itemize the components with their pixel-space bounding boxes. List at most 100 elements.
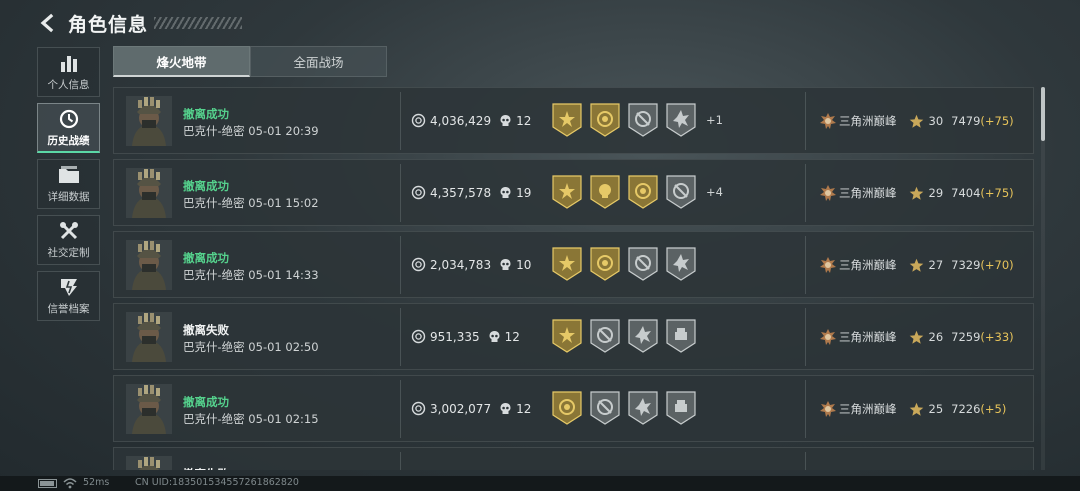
loot-kills: 951,335 12	[411, 329, 520, 344]
divider	[805, 92, 806, 150]
player-level: 25	[928, 402, 944, 416]
loot-kills: 3,002,077 12	[411, 401, 531, 416]
rank-title: 三角洲巅峰	[839, 114, 897, 128]
gold-star-badge-icon[interactable]	[552, 103, 582, 137]
match-row[interactable]: 撤离失败 巴克什-绝密 05-01 02:50 951,335 12 三角洲巅峰	[113, 303, 1034, 370]
nav-label: 信誉档案	[47, 303, 90, 315]
kill-count: 12	[516, 401, 532, 416]
nav-label: 社交定制	[47, 247, 90, 259]
nav-label: 详细数据	[47, 191, 90, 203]
tab-hazard-zone[interactable]: 烽火地带	[113, 46, 250, 77]
divider	[805, 452, 806, 470]
skull-icon	[500, 259, 511, 270]
silver-hand-badge-icon[interactable]	[666, 391, 696, 425]
gold-coin-badge-icon[interactable]	[628, 175, 658, 209]
loot-kills: 4,357,578 19	[411, 185, 531, 200]
gold-coin-badge-icon[interactable]	[590, 247, 620, 281]
silver-burst-badge-icon[interactable]	[666, 103, 696, 137]
match-result: 撤离成功	[183, 179, 229, 193]
back-arrow-icon	[40, 13, 54, 33]
loot-value: 3,002,077	[430, 401, 492, 416]
operator-avatar	[126, 384, 172, 434]
divider	[400, 452, 401, 470]
divider	[805, 164, 806, 222]
match-result: 撤离成功	[183, 395, 229, 409]
rank-emblem-icon	[820, 113, 836, 129]
coin-icon	[411, 329, 426, 344]
score-delta: (+75)	[980, 186, 1014, 200]
operator-avatar	[126, 240, 172, 290]
match-result: 撤离成功	[183, 251, 229, 265]
silver-crosshair-badge-icon[interactable]	[590, 319, 620, 353]
silver-crosshair-badge-icon[interactable]	[590, 391, 620, 425]
rank-info: 三角洲巅峰 29 7404 (+75)	[819, 184, 1014, 202]
silver-crosshair-badge-icon[interactable]	[628, 247, 658, 281]
match-result: 撤离失败	[183, 466, 229, 470]
gold-coin-badge-icon[interactable]	[590, 103, 620, 137]
gold-coin-badge-icon[interactable]	[552, 391, 582, 425]
player-level: 29	[928, 186, 944, 200]
rank-emblem-icon	[820, 401, 836, 417]
status-bar: 52ms CN UID:1835015345572618628​20	[0, 476, 1080, 491]
star-icon	[909, 186, 923, 200]
silver-hand-badge-icon[interactable]	[666, 319, 696, 353]
match-row[interactable]: 撤离成功 巴克什-绝密 05-01 20:39 4,036,429 12 +1 …	[113, 87, 1034, 154]
nav-item-details[interactable]: 详细数据	[37, 159, 100, 209]
skull-icon	[500, 115, 511, 126]
divider	[805, 380, 806, 438]
nav-item-credit[interactable]: 信誉档案	[37, 271, 100, 321]
match-history-list[interactable]: 撤离成功 巴克什-绝密 05-01 20:39 4,036,429 12 +1 …	[113, 87, 1034, 470]
gold-star-badge-icon[interactable]	[552, 319, 582, 353]
silver-crosshair-badge-icon[interactable]	[628, 103, 658, 137]
gold-skull-badge-icon[interactable]	[590, 175, 620, 209]
rank-title: 三角洲巅峰	[839, 330, 897, 344]
scroll-thumb[interactable]	[1041, 87, 1045, 141]
nav-item-profile[interactable]: 个人信息	[37, 47, 100, 97]
silver-burst-badge-icon[interactable]	[628, 391, 658, 425]
loot-value: 2,034,783	[430, 257, 492, 272]
back-button[interactable]	[36, 11, 60, 35]
gold-star-badge-icon[interactable]	[552, 175, 582, 209]
page-title: 角色信息	[68, 13, 149, 36]
loot-value: 4,036,429	[430, 113, 492, 128]
battery-icon	[38, 479, 57, 488]
rank-title: 三角洲巅峰	[839, 402, 897, 416]
nav-item-social[interactable]: 社交定制	[37, 215, 100, 265]
rank-score: 7259	[951, 330, 981, 344]
rank-title: 三角洲巅峰	[839, 186, 897, 200]
player-level: 30	[928, 114, 944, 128]
nav-item-history[interactable]: 历史战绩	[37, 103, 100, 153]
ping-value: 52ms	[83, 477, 110, 488]
score-delta: (+5)	[980, 402, 1007, 416]
more-badges-count[interactable]: +4	[706, 185, 723, 199]
match-row[interactable]: 撤离失败	[113, 447, 1034, 470]
silver-burst-badge-icon[interactable]	[628, 319, 658, 353]
star-icon	[909, 114, 923, 128]
player-uid: CN UID:1835015345572618628​20	[135, 477, 299, 488]
match-row[interactable]: 撤离成功 巴克什-绝密 05-01 14:33 2,034,783 10 三角洲…	[113, 231, 1034, 298]
side-nav: 个人信息 历史战绩 详细数据 社交定制 信誉档案	[37, 47, 100, 327]
match-row[interactable]: 撤离成功 巴克什-绝密 05-01 15:02 4,357,578 19 +4 …	[113, 159, 1034, 226]
divider	[805, 236, 806, 294]
rank-info: 三角洲巅峰 30 7479 (+75)	[819, 112, 1014, 130]
gold-star-badge-icon[interactable]	[552, 247, 582, 281]
skull-icon	[500, 187, 511, 198]
match-map-time: 巴克什-绝密 05-01 15:02	[183, 196, 319, 210]
more-badges-count[interactable]: +1	[706, 113, 723, 127]
match-row[interactable]: 撤离成功 巴克什-绝密 05-01 02:15 3,002,077 12 三角洲…	[113, 375, 1034, 442]
tab-full-battlefield[interactable]: 全面战场	[250, 46, 387, 77]
skull-icon	[500, 403, 511, 414]
badge-list	[552, 319, 704, 353]
rank-score: 7404	[951, 186, 981, 200]
coin-icon	[411, 113, 426, 128]
coin-icon	[411, 257, 426, 272]
match-map-time: 巴克什-绝密 05-01 14:33	[183, 268, 319, 282]
badge-list	[552, 391, 704, 425]
silver-burst-badge-icon[interactable]	[666, 247, 696, 281]
badge-list: +4	[552, 175, 723, 209]
divider	[400, 308, 401, 366]
list-scrollbar[interactable]	[1041, 87, 1045, 470]
rank-score: 7226	[951, 402, 981, 416]
silver-crosshair-badge-icon[interactable]	[666, 175, 696, 209]
match-map-time: 巴克什-绝密 05-01 20:39	[183, 124, 319, 138]
